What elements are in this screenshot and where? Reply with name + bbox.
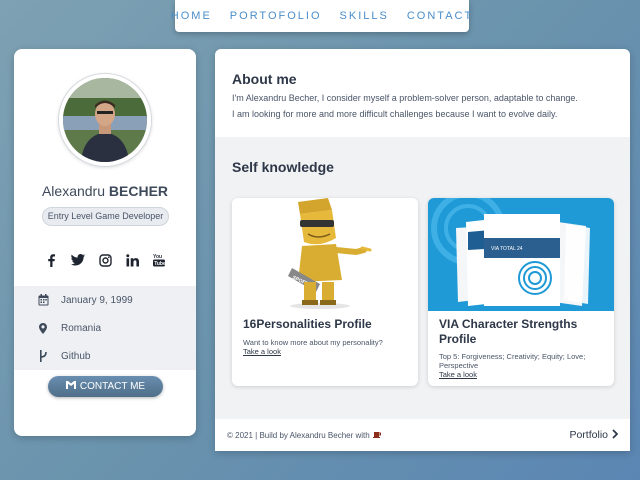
via-card-desc: Top 5: Forgiveness; Creativity; Equity; …: [439, 352, 586, 370]
about-line-1: I'm Alexandru Becher, I consider myself …: [232, 93, 578, 103]
facebook-icon[interactable]: [44, 253, 58, 267]
first-name: Alexandru: [41, 183, 106, 199]
location-pin-icon: [37, 322, 49, 334]
via-report-illustration: VIA TOTAL 24: [428, 198, 614, 311]
via-report-text: VIA TOTAL 24: [491, 246, 523, 252]
gmail-icon: [65, 381, 76, 392]
profile-name: Alexandru BECHER: [14, 183, 196, 199]
linkedin-icon[interactable]: [125, 253, 139, 267]
location-text: Romania: [61, 322, 102, 334]
portfolio-label: Portfolio: [569, 429, 608, 441]
self-knowledge-title: Self knowledge: [232, 159, 334, 175]
via-take-a-look-link[interactable]: Take a look: [439, 370, 477, 379]
youtube-icon[interactable]: You Tube: [152, 253, 166, 267]
twitter-icon[interactable]: [71, 253, 85, 267]
about-section: About me I'm Alexandru Becher, I conside…: [232, 71, 612, 122]
contact-me-button[interactable]: CONTACT ME: [48, 376, 163, 397]
top-navigation: HOME PORTOFOLIO SKILLS CONTACT: [171, 0, 471, 32]
personality-card-title: 16Personalities Profile: [243, 317, 372, 331]
copyright-text: © 2021 | Build by Alexandru Becher with: [227, 430, 370, 440]
github-link[interactable]: Github: [61, 351, 90, 362]
footer-copyright: © 2021 | Build by Alexandru Becher with: [227, 430, 382, 440]
profile-info-list: January 9, 1999 Romania Github: [14, 286, 196, 370]
about-title: About me: [232, 71, 297, 87]
profile-card: Alexandru BECHER Entry Level Game Develo…: [14, 49, 196, 436]
footer: © 2021 | Build by Alexandru Becher with …: [215, 419, 630, 451]
self-knowledge-section: Self knowledge SPORT 16Personalities Pro…: [215, 137, 630, 419]
via-card-title: VIA Character Strengths Profile: [439, 317, 578, 346]
github-row[interactable]: Github: [14, 342, 196, 370]
chevron-right-icon: [612, 428, 619, 442]
birthdate-text: January 9, 1999: [61, 294, 133, 306]
personality-illustration: SPORT: [232, 198, 418, 311]
nav-contact-link[interactable]: CONTACT: [407, 10, 473, 22]
portfolio-link[interactable]: Portfolio: [569, 428, 619, 442]
calendar-icon: [37, 294, 49, 306]
svg-text:Tube: Tube: [154, 261, 165, 267]
personality-take-a-look-link[interactable]: Take a look: [243, 347, 281, 356]
svg-text:You: You: [153, 254, 162, 260]
nav-home-link[interactable]: HOME: [171, 10, 212, 22]
role-badge: Entry Level Game Developer: [42, 207, 169, 226]
instagram-icon[interactable]: [98, 253, 112, 267]
last-name: BECHER: [108, 183, 169, 199]
avatar: [59, 74, 151, 166]
personality-card[interactable]: SPORT 16Personalities Profile Want to kn…: [232, 198, 418, 386]
birthdate-row: January 9, 1999: [14, 286, 196, 314]
location-row: Romania: [14, 314, 196, 342]
social-links: You Tube: [14, 253, 196, 267]
nav-portofolio-link[interactable]: PORTOFOLIO: [230, 10, 322, 22]
contact-me-label: CONTACT ME: [79, 381, 146, 392]
nav-skills-link[interactable]: SKILLS: [340, 10, 389, 22]
via-strengths-card[interactable]: VIA TOTAL 24 VIA Character Strengths Pro…: [428, 198, 614, 386]
coffee-icon: [372, 430, 382, 440]
main-panel: About me I'm Alexandru Becher, I conside…: [215, 49, 630, 451]
personality-card-desc: Want to know more about my personality?: [243, 338, 383, 347]
git-branch-icon: [37, 350, 49, 362]
about-line-2: I am looking for more and more difficult…: [232, 109, 558, 119]
